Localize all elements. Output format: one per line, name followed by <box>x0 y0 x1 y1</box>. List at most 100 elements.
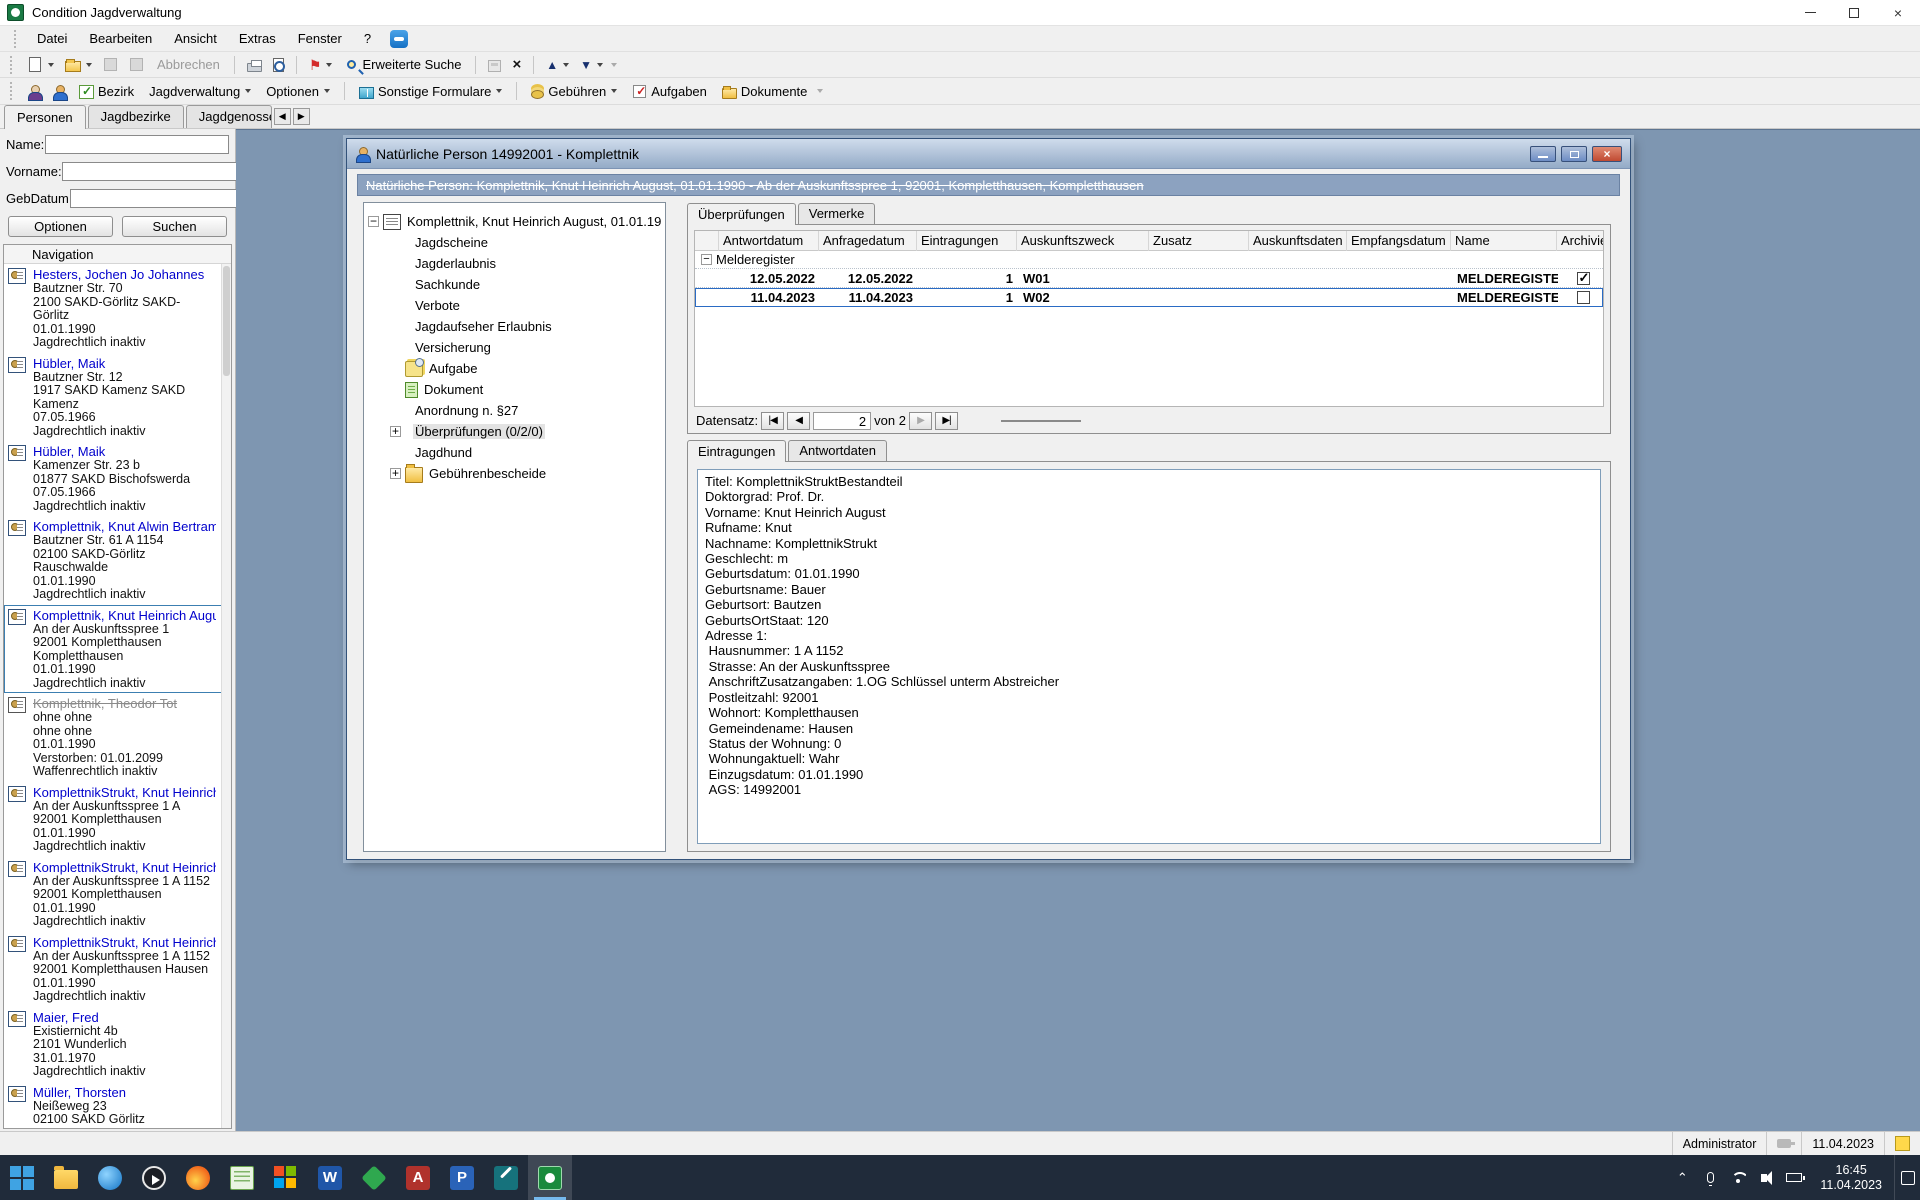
taskbar-signature-pen[interactable] <box>484 1155 528 1200</box>
dialog-minimize-button[interactable] <box>1530 146 1556 162</box>
person-list-item[interactable]: KomplettnikStrukt, Knut Heinrich August … <box>4 782 231 857</box>
gebdatum-input[interactable] <box>70 189 254 208</box>
taskbar-browser-blue[interactable] <box>88 1155 132 1200</box>
taskbar-office[interactable] <box>264 1155 308 1200</box>
dialog-titlebar[interactable]: Natürliche Person 14992001 - Komplettnik… <box>347 139 1630 169</box>
person-name[interactable]: Müller, Thorsten <box>33 1085 216 1100</box>
close-button[interactable]: × <box>1876 0 1920 25</box>
tree-item[interactable]: Jagdaufseher Erlaubnis <box>368 316 661 337</box>
tree-expander[interactable] <box>368 216 379 227</box>
person-name[interactable]: Hübler, Maik <box>33 356 216 371</box>
person-name[interactable]: Hübler, Maik <box>33 444 216 459</box>
navigation-scrollbar[interactable] <box>221 264 231 1128</box>
record-number-field[interactable]: 2 <box>813 412 871 430</box>
person-name[interactable]: Komplettnik, Theodor Tot <box>33 696 216 711</box>
menu-item[interactable]: Datei <box>28 28 76 49</box>
tray-wifi-icon[interactable] <box>1724 1155 1752 1200</box>
tab-scroll-left[interactable]: ◀ <box>274 108 291 125</box>
tree-expander[interactable] <box>390 468 401 479</box>
tree-expander[interactable] <box>390 426 401 437</box>
group-collapse-icon[interactable]: − <box>701 254 712 265</box>
tab-scroll-right[interactable]: ▶ <box>293 108 310 125</box>
name-input[interactable] <box>45 135 229 154</box>
tray-microphone-icon[interactable] <box>1696 1155 1724 1200</box>
grid-data-row[interactable]: 11.04.2023 11.04.2023 1 W02 M <box>695 288 1603 307</box>
open-button[interactable] <box>61 55 96 74</box>
record-navigator-slider[interactable] <box>1001 420 1081 422</box>
person-list-item[interactable]: KomplettnikStrukt, Knut Heinrich August … <box>4 932 231 1007</box>
note-icon[interactable] <box>1895 1136 1910 1151</box>
menu-item[interactable]: Fenster <box>289 28 351 49</box>
optionen-button[interactable]: Optionen <box>8 216 113 237</box>
tree-item[interactable]: Dokument <box>368 379 661 400</box>
person-list-item[interactable]: Müller, Thorsten Neißeweg 23 02100 SAKD … <box>4 1082 231 1129</box>
tree-item[interactable]: Sachkunde <box>368 274 661 295</box>
advanced-search-button[interactable]: Erweiterte Suche <box>339 55 467 74</box>
save-button[interactable] <box>99 55 122 74</box>
grid-column-header[interactable]: Antwortdatum <box>719 231 819 251</box>
navigate-up-button[interactable]: ▲ <box>542 55 573 75</box>
save-all-button[interactable] <box>125 55 148 74</box>
grid-column-header[interactable]: Empfangsdatum <box>1347 231 1451 251</box>
person-list-item[interactable]: Komplettnik, Knut Heinrich August An der… <box>4 605 231 694</box>
taskbar-word[interactable]: W <box>308 1155 352 1200</box>
menu-item[interactable]: ? <box>355 28 380 49</box>
grid-column-header[interactable]: Name <box>1451 231 1557 251</box>
person-list-item[interactable]: KomplettnikStrukt, Knut Heinrich August … <box>4 857 231 932</box>
action-center-icon[interactable] <box>1894 1155 1920 1200</box>
grid-column-header[interactable]: Auskunftsdaten <box>1249 231 1347 251</box>
toolbar-overflow-caret[interactable] <box>611 63 617 67</box>
dialog-maximize-button[interactable] <box>1561 146 1587 162</box>
tree-item[interactable]: Gebührenbescheide <box>368 463 661 484</box>
grid-column-header[interactable] <box>695 231 719 251</box>
grid-column-header[interactable]: Eintragungen <box>917 231 1017 251</box>
person-list-item[interactable]: Komplettnik, Knut Alwin Bertram Christia… <box>4 516 231 605</box>
archiviert-checkbox[interactable] <box>1577 291 1590 304</box>
suchen-button[interactable]: Suchen <box>122 216 227 237</box>
dokumente-button[interactable]: Dokumente <box>716 82 813 101</box>
taskbar-jagdverwaltung-active[interactable] <box>528 1155 572 1200</box>
aufgaben-button[interactable]: Aufgaben <box>626 82 713 101</box>
bezirk-button[interactable]: Bezirk <box>73 82 140 101</box>
record-prev-button[interactable]: ◀ <box>787 412 810 430</box>
tree-item[interactable]: Verbote <box>368 295 661 316</box>
taskbar-browser-orange[interactable] <box>176 1155 220 1200</box>
menu-item[interactable]: Bearbeiten <box>80 28 161 49</box>
record-next-button[interactable]: ▶ <box>909 412 932 430</box>
person-name[interactable]: KomplettnikStrukt, Knut Heinrich August <box>33 935 216 950</box>
tree-item[interactable]: Komplettnik, Knut Heinrich August, 01.01… <box>368 211 661 232</box>
start-button[interactable] <box>0 1155 44 1200</box>
grid-data-row[interactable]: 12.05.2022 12.05.2022 1 W01 M <box>695 269 1603 288</box>
tree-item[interactable]: Versicherung <box>368 337 661 358</box>
grid-column-header[interactable]: Zusatz <box>1149 231 1249 251</box>
tree-item[interactable]: Jagdhund <box>368 442 661 463</box>
tab-jagdbezirke[interactable]: Jagdbezirke <box>88 105 184 128</box>
tree-item[interactable]: Anordnung n. §27 <box>368 400 661 421</box>
properties-button[interactable] <box>484 56 505 74</box>
person-button[interactable] <box>48 82 70 101</box>
print-button[interactable] <box>243 56 266 74</box>
grid-column-header[interactable]: Auskunftszweck <box>1017 231 1149 251</box>
minimize-button[interactable] <box>1788 0 1832 25</box>
record-last-button[interactable]: ▶| <box>935 412 958 430</box>
print-preview-button[interactable] <box>269 56 288 74</box>
abort-button[interactable]: Abbrechen <box>151 55 226 74</box>
taskbar-clock[interactable]: 16:45 11.04.2023 <box>1808 1163 1894 1193</box>
tree-item[interactable]: Aufgabe <box>368 358 661 379</box>
new-button[interactable] <box>23 55 58 74</box>
menu-item[interactable]: Ansicht <box>165 28 226 49</box>
jagdverwaltung-menu-button[interactable]: Jagdverwaltung <box>143 82 257 101</box>
taskbar-green-diamond[interactable] <box>352 1155 396 1200</box>
taskbar-media-app[interactable] <box>132 1155 176 1200</box>
maximize-button[interactable] <box>1832 0 1876 25</box>
dialog-close-button[interactable]: × <box>1592 146 1622 162</box>
tree-item[interactable]: Jagdscheine <box>368 232 661 253</box>
entry-detail-text[interactable]: Titel: KomplettnikStruktBestandteil Dokt… <box>697 469 1601 844</box>
witness-button[interactable] <box>23 82 45 101</box>
vorname-input[interactable] <box>62 162 246 181</box>
taskbar-project[interactable]: P <box>440 1155 484 1200</box>
tree-item[interactable]: Überprüfungen (0/2/0) <box>368 421 661 442</box>
person-name[interactable]: KomplettnikStrukt, Knut Heinrich August <box>33 860 216 875</box>
toolbar2-overflow-caret[interactable] <box>817 89 823 93</box>
person-list-item[interactable]: Hesters, Jochen Jo Johannes Bautzner Str… <box>4 264 231 353</box>
